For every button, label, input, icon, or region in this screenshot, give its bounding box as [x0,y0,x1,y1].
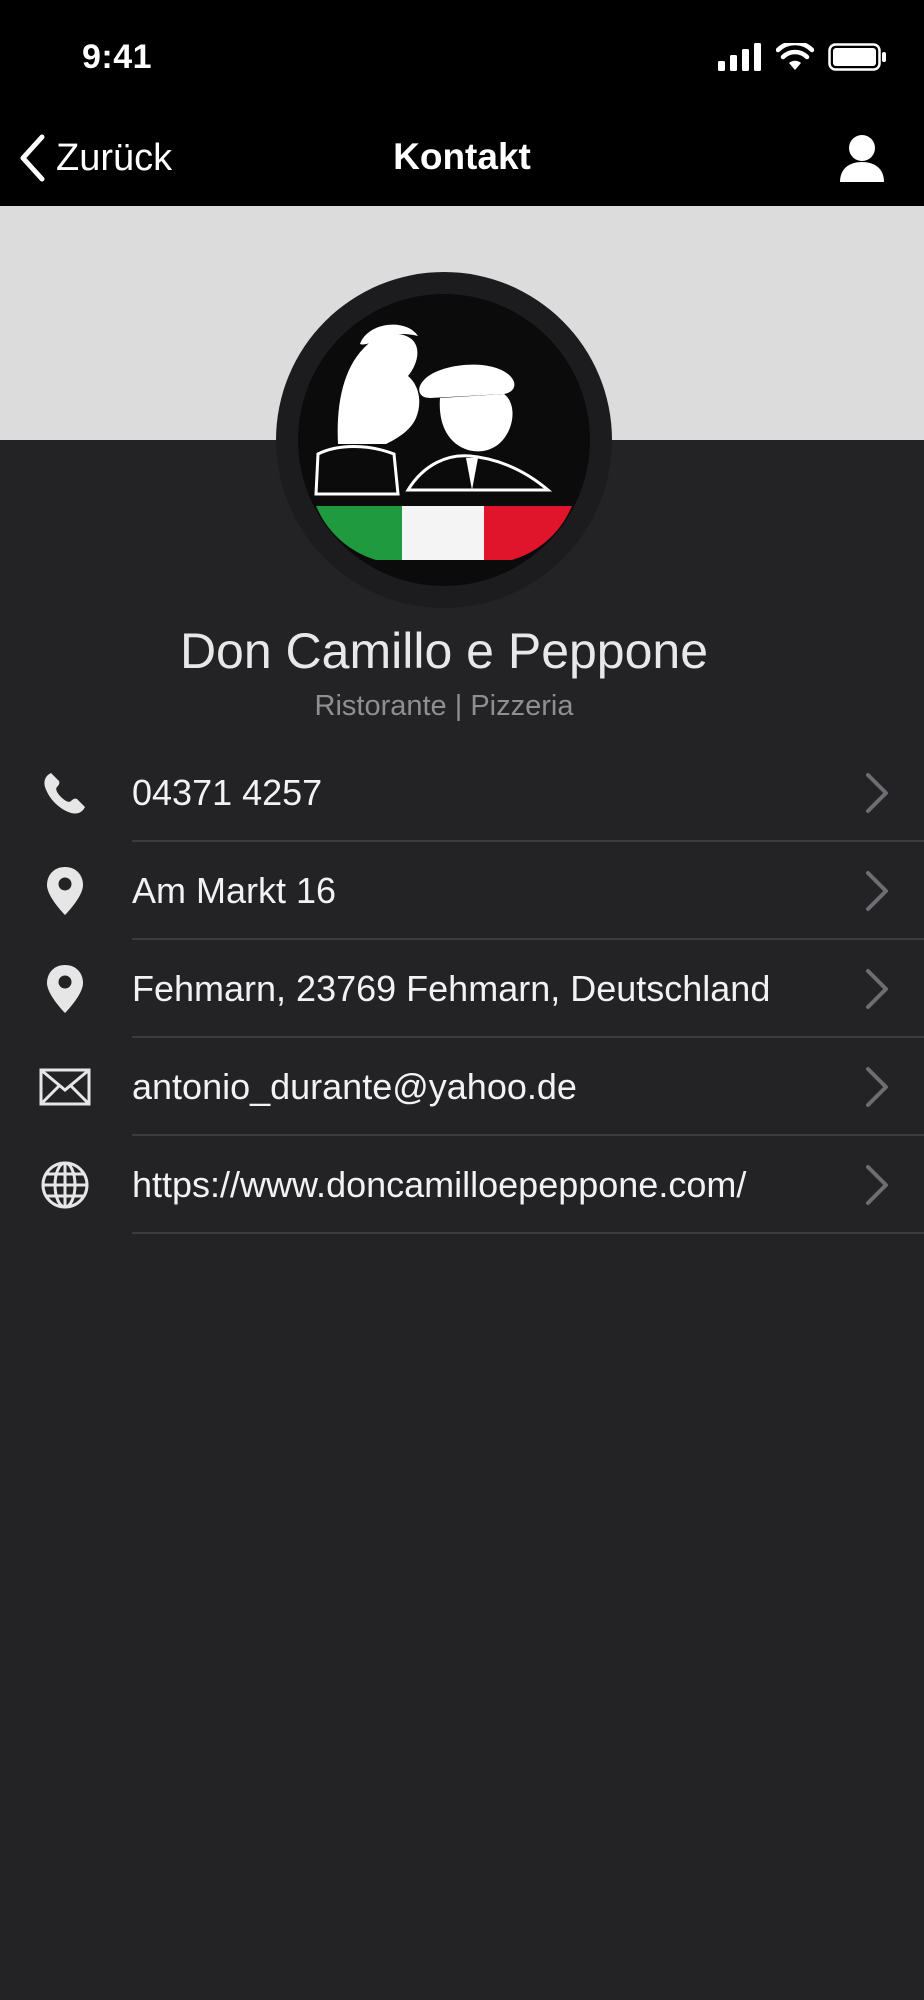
chevron-right-icon [866,1067,888,1107]
status-icons [718,40,888,74]
contact-text: https://www.doncamilloepeppone.com/ [132,1164,747,1205]
phone-icon [36,768,94,818]
chevron-right-icon [866,871,888,911]
user-icon [840,135,884,182]
logo-illustration-icon [314,324,572,560]
contact-text: antonio_durante@yahoo.de [132,1066,577,1107]
contact-text: Fehmarn, 23769 Fehmarn, Deutschland [132,968,771,1009]
chevron-right-icon [866,1165,888,1205]
location-pin-icon [36,866,94,916]
chevron-right-icon [866,773,888,813]
signal-icon [718,43,761,71]
status-bar: 9:41 [0,0,924,110]
contact-row-email[interactable]: antonio_durante@yahoo.de [0,1038,924,1136]
contact-row-street[interactable]: Am Markt 16 [0,842,924,940]
profile-button[interactable] [836,132,888,184]
wifi-icon [776,43,814,70]
globe-icon [36,1160,94,1210]
contact-row-phone[interactable]: 04371 4257 [0,744,924,842]
contact-row-website[interactable]: https://www.doncamilloepeppone.com/ [0,1136,924,1234]
contact-row-city[interactable]: Fehmarn, 23769 Fehmarn, Deutschland [0,940,924,1038]
logo-image [298,294,590,586]
navigation-bar: Zurück Kontakt [0,110,924,206]
divider [132,1232,924,1234]
contact-list: 04371 4257 Am Markt 16 Fehmarn, 23769 Fe… [0,744,924,1234]
status-time: 9:41 [82,38,153,76]
restaurant-name: Don Camillo e Peppone [179,623,709,679]
location-pin-icon [36,964,94,1014]
restaurant-logo [276,272,612,608]
page-title: Kontakt [393,136,531,177]
contact-text: Am Markt 16 [132,870,337,911]
mail-icon [36,1062,94,1112]
battery-icon [828,43,886,71]
contact-text: 04371 4257 [132,772,323,813]
chevron-right-icon [866,969,888,1009]
restaurant-subtitle: Ristorante | Pizzeria [314,690,574,722]
